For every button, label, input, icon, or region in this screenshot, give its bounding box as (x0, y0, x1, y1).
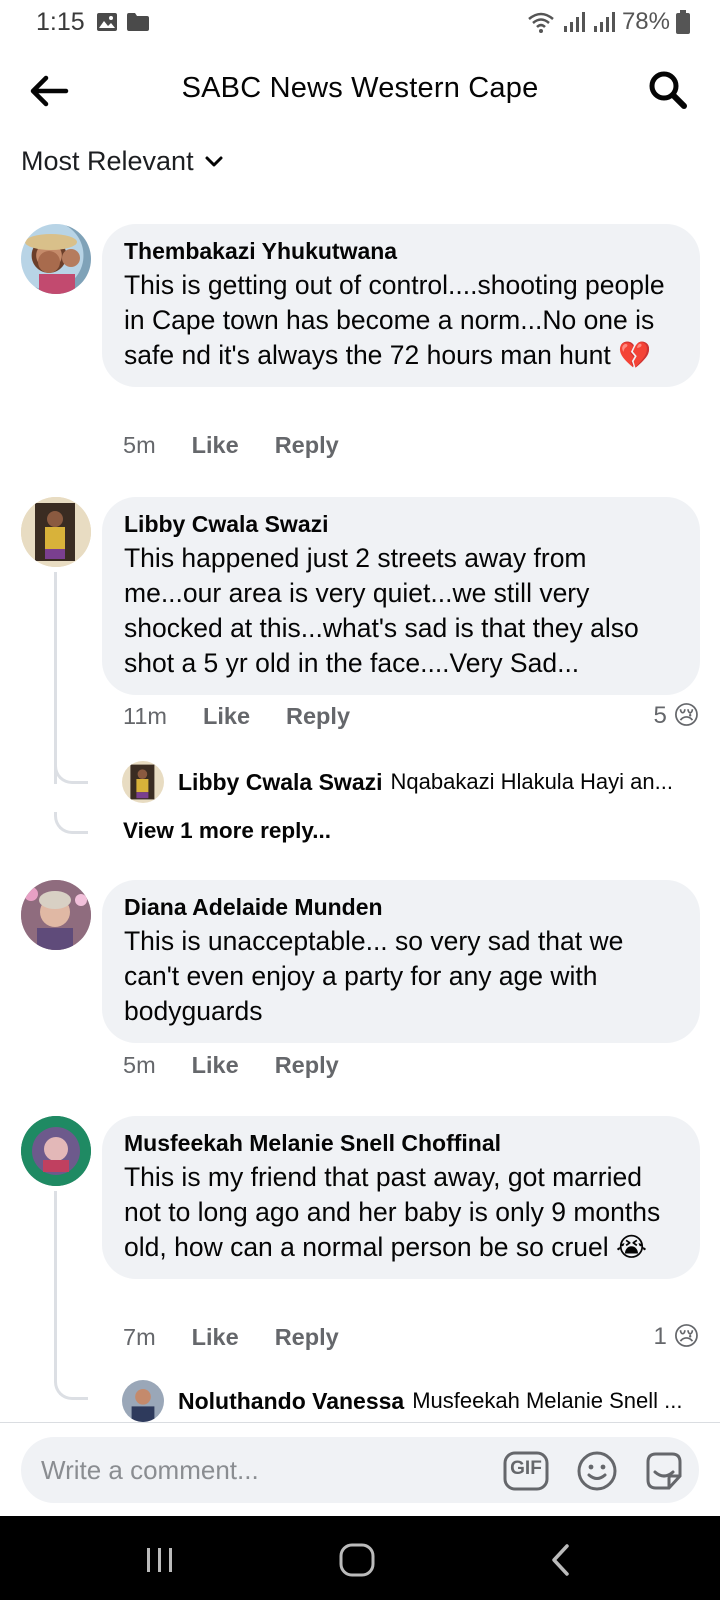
system-nav-bar (0, 1516, 720, 1600)
reply-button[interactable]: Reply (286, 703, 350, 730)
thread-line (54, 1191, 57, 1381)
signal-icon (563, 12, 585, 32)
status-right: 78% (526, 8, 690, 36)
emoji-icon[interactable] (576, 1450, 618, 1492)
avatar[interactable] (21, 1116, 91, 1186)
comment-text: This is getting out of control....shooti… (124, 270, 665, 370)
comment-actions: 7m Like Reply (123, 1324, 339, 1351)
reply-preview[interactable]: Libby Cwala Swazi Nqabakazi Hlakula Hayi… (122, 761, 673, 803)
comment-bubble[interactable]: Diana Adelaide Munden This is unacceptab… (102, 880, 700, 1043)
like-button[interactable]: Like (203, 703, 250, 730)
recent-apps-icon[interactable] (140, 1540, 180, 1580)
signal-icon-2 (593, 12, 615, 32)
avatar-image (122, 1380, 164, 1422)
gallery-icon (97, 13, 117, 31)
reply-snippet: Nqabakazi Hlakula Hayi an... (390, 769, 673, 794)
sad-reaction-icon: 😢 (672, 1321, 700, 1351)
thread-connector (54, 812, 88, 834)
comment-time[interactable]: 11m (123, 703, 167, 730)
battery-icon (676, 10, 690, 34)
comment-bubble[interactable]: Thembakazi Yhukutwana This is getting ou… (102, 224, 700, 387)
sad-reaction-icon: 😢 (672, 700, 700, 730)
reply-author[interactable]: Noluthando Vanessa (178, 1388, 404, 1415)
status-time: 1:15 (36, 8, 85, 36)
like-button[interactable]: Like (192, 1052, 239, 1079)
reaction-summary[interactable]: 5 😢 (654, 700, 700, 731)
thread-connector (54, 762, 88, 784)
comment-actions: 5m Like Reply (123, 432, 339, 459)
comment-time[interactable]: 5m (123, 432, 156, 459)
avatar-image (25, 234, 80, 294)
view-more-replies[interactable]: View 1 more reply... (123, 818, 331, 844)
avatar-image (122, 761, 164, 803)
thread-line (54, 572, 57, 784)
reply-avatar[interactable] (122, 761, 164, 803)
folder-icon (127, 13, 149, 31)
home-icon[interactable] (337, 1540, 377, 1580)
gif-label: GIF (510, 1458, 542, 1479)
like-button[interactable]: Like (192, 432, 239, 459)
comment-bubble[interactable]: Libby Cwala Swazi This happened just 2 s… (102, 497, 700, 695)
back-nav-icon[interactable] (542, 1540, 582, 1580)
reaction-count: 1 (653, 1322, 667, 1350)
battery-percent: 78% (621, 8, 670, 35)
search-icon[interactable] (646, 68, 690, 112)
comment-actions: 11m Like Reply (123, 703, 350, 730)
avatar-image (21, 1116, 91, 1186)
comment-text: This is unacceptable... so very sad that… (124, 926, 624, 1026)
comment-author[interactable]: Libby Cwala Swazi (124, 509, 678, 539)
comment-time[interactable]: 5m (123, 1052, 156, 1079)
reaction-count: 5 (653, 701, 667, 729)
thread-connector (54, 1378, 88, 1400)
wifi-icon (528, 12, 554, 33)
comment-actions: 5m Like Reply (123, 1052, 339, 1079)
comment-input[interactable] (41, 1437, 481, 1503)
comment-text: This happened just 2 streets away from m… (124, 543, 639, 678)
gif-button[interactable]: GIF (503, 1450, 549, 1492)
like-button[interactable]: Like (192, 1324, 239, 1351)
avatar-image (21, 497, 91, 567)
reply-preview[interactable]: Noluthando Vanessa Musfeekah Melanie Sne… (122, 1380, 682, 1422)
reply-author[interactable]: Libby Cwala Swazi (178, 769, 383, 796)
sticker-icon[interactable] (643, 1450, 685, 1492)
comment-author[interactable]: Diana Adelaide Munden (124, 892, 678, 922)
comment-composer-bar: GIF (0, 1422, 720, 1516)
avatar[interactable] (21, 497, 91, 567)
comment-author[interactable]: Thembakazi Yhukutwana (124, 236, 678, 266)
avatar[interactable] (21, 880, 91, 950)
reply-button[interactable]: Reply (275, 1324, 339, 1351)
comment-time[interactable]: 7m (123, 1324, 156, 1351)
reply-avatar[interactable] (122, 1380, 164, 1422)
reply-button[interactable]: Reply (275, 1052, 339, 1079)
page-header: SABC News Western Cape (0, 50, 720, 130)
sort-dropdown[interactable]: Most Relevant (21, 146, 224, 177)
reaction-summary[interactable]: 1 😢 (654, 1321, 700, 1352)
page-title: SABC News Western Cape (181, 72, 539, 104)
reply-snippet: Musfeekah Melanie Snell ... (412, 1388, 683, 1413)
sort-label: Most Relevant (21, 146, 194, 176)
avatar[interactable] (21, 224, 91, 294)
avatar-image (21, 880, 91, 950)
chevron-down-icon (205, 156, 223, 166)
comment-author[interactable]: Musfeekah Melanie Snell Choffinal (124, 1128, 678, 1158)
comment-composer: GIF (21, 1437, 699, 1503)
status-bar: 1:15 78% (0, 0, 720, 46)
comment-text: This is my friend that past away, got ma… (124, 1162, 661, 1262)
reply-button[interactable]: Reply (275, 432, 339, 459)
comment-bubble[interactable]: Musfeekah Melanie Snell Choffinal This i… (102, 1116, 700, 1279)
